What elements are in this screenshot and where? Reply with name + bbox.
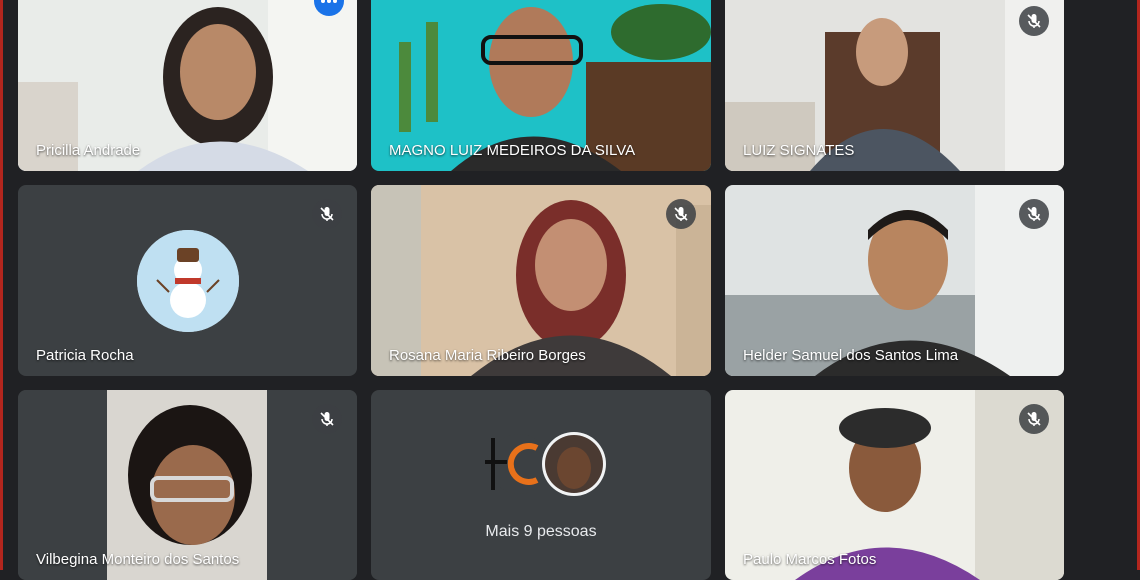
mic-off-icon — [674, 207, 688, 221]
avatar — [137, 230, 239, 332]
participant-name: Rosana Maria Ribeiro Borges — [389, 347, 586, 364]
snowman-icon — [137, 230, 239, 332]
overflow-avatars — [485, 432, 606, 496]
more-participants-label: Mais 9 pessoas — [485, 523, 597, 540]
participant-name: MAGNO LUIZ MEDEIROS DA SILVA — [389, 142, 636, 159]
mic-off-icon — [1027, 14, 1041, 28]
participant-tile-luiz-signates[interactable]: LUIZ SIGNATES — [725, 0, 1064, 171]
participant-tile-vilbegina-monteiro[interactable]: Vilbegina Monteiro dos Santos — [18, 390, 357, 580]
mic-muted-indicator — [1019, 199, 1049, 229]
participant-name: Paulo Marcos Fotos — [743, 551, 877, 568]
mic-off-icon — [1027, 207, 1041, 221]
window-edge-left — [0, 0, 3, 570]
mic-muted-indicator — [1019, 404, 1049, 434]
participant-tile-helder-samuel[interactable]: Helder Samuel dos Santos Lima — [725, 185, 1064, 376]
more-participants-tile[interactable]: Mais 9 pessoas — [371, 390, 711, 580]
mic-off-icon — [320, 412, 334, 426]
participant-tile-patricia-rocha[interactable]: Patricia Rocha — [18, 185, 357, 376]
participant-name: Patricia Rocha — [36, 347, 134, 364]
mic-muted-indicator — [666, 199, 696, 229]
mic-off-icon — [1027, 412, 1041, 426]
mic-muted-indicator — [1019, 6, 1049, 36]
participant-name: Pricilla Andrade — [36, 142, 141, 159]
participant-tile-rosana-maria[interactable]: Rosana Maria Ribeiro Borges — [371, 185, 711, 376]
participant-name: LUIZ SIGNATES — [743, 142, 855, 159]
participant-tile-paulo-marcos[interactable]: Paulo Marcos Fotos — [725, 390, 1064, 580]
participant-name: Helder Samuel dos Santos Lima — [743, 347, 959, 364]
participant-name: Vilbegina Monteiro dos Santos — [36, 551, 240, 568]
participant-tile-magno-luiz[interactable]: MAGNO LUIZ MEDEIROS DA SILVA — [371, 0, 711, 171]
participant-tile-pricilla-andrade[interactable]: Pricilla Andrade — [18, 0, 357, 171]
mic-muted-indicator — [312, 199, 342, 229]
mic-muted-indicator — [312, 404, 342, 434]
more-dots-icon — [321, 0, 337, 3]
mic-off-icon — [320, 207, 334, 221]
